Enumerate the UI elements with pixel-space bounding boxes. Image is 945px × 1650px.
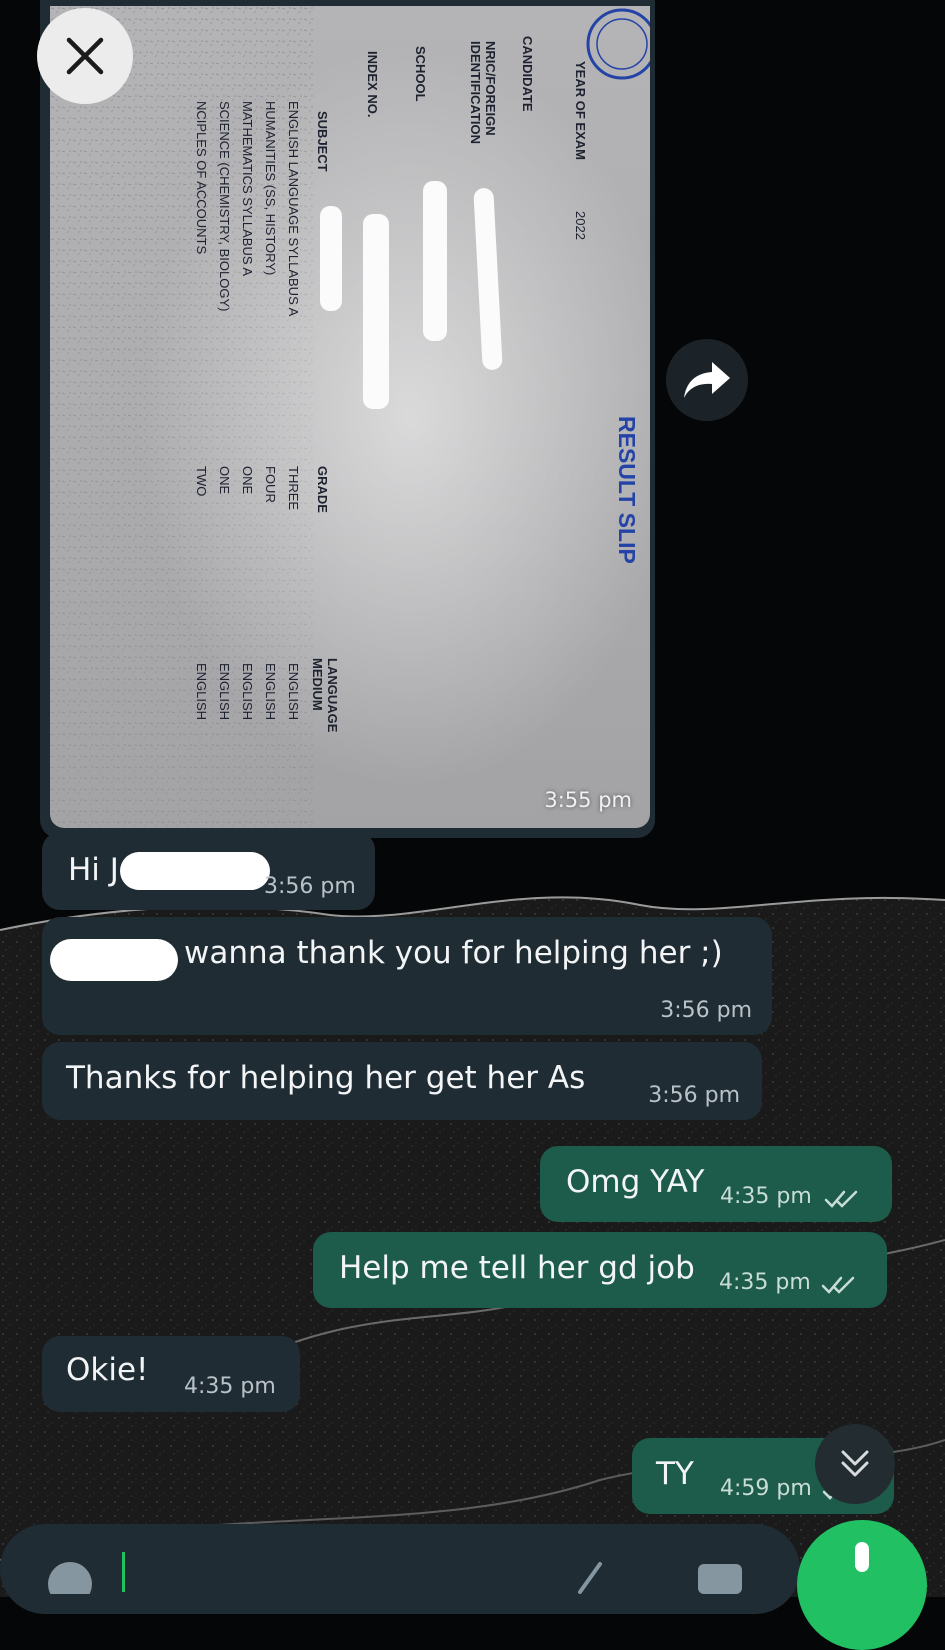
language-header: LANGUAGE MEDIUM [310, 658, 340, 733]
image-message-bubble[interactable]: RESULT SLIP YEAR OF EXAM 2022 CANDIDATE … [40, 0, 655, 838]
microphone-icon [855, 1542, 869, 1572]
redaction-mark [423, 181, 447, 341]
double-chevron-down-icon [841, 1450, 869, 1477]
school-label: SCHOOL [413, 46, 428, 102]
incoming-message[interactable]: wanna thank you for helping her ;) 3:56 … [42, 917, 772, 1035]
result-slip-document: RESULT SLIP YEAR OF EXAM 2022 CANDIDATE … [50, 6, 650, 828]
forward-button[interactable] [666, 339, 748, 421]
scroll-to-bottom-button[interactable] [815, 1424, 895, 1504]
incoming-message[interactable]: Hi J 3:56 pm [42, 832, 375, 910]
outgoing-message[interactable]: Help me tell her gd job 4:35 pm [313, 1232, 887, 1308]
close-button[interactable] [37, 8, 133, 104]
row-medium: ENGLISH [217, 663, 232, 721]
message-time: 4:35 pm [719, 1270, 811, 1295]
row-grade: THREE [286, 466, 301, 511]
row-grade: ONE [217, 466, 232, 495]
message-time: 4:35 pm [720, 1184, 812, 1209]
outgoing-message[interactable]: Omg YAY 4:35 pm [540, 1146, 892, 1222]
subject-header: SUBJECT [315, 111, 330, 172]
year-value: 2022 [573, 211, 588, 240]
row-medium: ENGLISH [263, 663, 278, 721]
message-input-bar[interactable] [0, 1524, 800, 1614]
row-subject: HUMANITIES (SS, HISTORY) [263, 101, 278, 276]
row-subject: MATHEMATICS SYLLABUS A [240, 101, 255, 277]
year-label: YEAR OF EXAM [573, 61, 588, 160]
candidate-label: CANDIDATE [520, 36, 535, 112]
message-text: TY [656, 1456, 694, 1492]
message-text: Thanks for helping her get her As [66, 1060, 586, 1096]
redaction-mark [50, 939, 178, 981]
message-time: 3:56 pm [660, 998, 752, 1023]
row-grade: ONE [240, 466, 255, 495]
document-title: RESULT SLIP [614, 416, 640, 564]
row-medium: ENGLISH [194, 663, 209, 721]
incoming-message[interactable]: Okie! 4:35 pm [42, 1336, 300, 1412]
result-slip-photo[interactable]: RESULT SLIP YEAR OF EXAM 2022 CANDIDATE … [50, 6, 650, 828]
redaction-mark [120, 852, 270, 890]
row-subject: SCIENCE (CHEMISTRY, BIOLOGY) [217, 101, 232, 312]
message-text: Hi J [68, 852, 119, 888]
emoji-icon[interactable] [40, 1554, 100, 1594]
row-medium: ENGLISH [286, 663, 301, 721]
row-medium: ENGLISH [240, 663, 255, 721]
nric-label: NRIC/FOREIGN IDENTIFICATION [468, 41, 498, 145]
close-icon [66, 37, 104, 75]
camera-icon[interactable] [690, 1554, 750, 1594]
message-text: wanna thank you for helping her ;) [184, 935, 723, 971]
redaction-mark [363, 214, 389, 409]
index-label: INDEX NO. [365, 51, 380, 118]
forward-icon [684, 362, 730, 398]
double-check-icon [824, 1190, 858, 1208]
incoming-message[interactable]: Thanks for helping her get her As 3:56 p… [42, 1042, 762, 1120]
row-subject: NCIPLES OF ACCOUNTS [194, 101, 209, 255]
image-timestamp: 3:55 pm [544, 788, 632, 812]
message-time: 4:35 pm [184, 1374, 276, 1399]
microphone-button[interactable] [797, 1520, 927, 1650]
double-check-icon [821, 1276, 855, 1294]
row-grade: TWO [194, 466, 209, 497]
text-cursor [122, 1552, 125, 1592]
message-text: Omg YAY [566, 1164, 705, 1200]
grade-header: GRADE [315, 466, 330, 513]
row-subject: ENGLISH LANGUAGE SYLLABUS A [286, 101, 301, 317]
message-time: 3:56 pm [264, 874, 356, 899]
row-grade: FOUR [263, 466, 278, 503]
message-text: Okie! [66, 1352, 149, 1388]
message-text: Help me tell her gd job [339, 1250, 695, 1286]
redaction-mark [320, 206, 342, 311]
message-time: 4:59 pm [720, 1476, 812, 1501]
message-time: 3:56 pm [648, 1083, 740, 1108]
attach-icon[interactable] [570, 1554, 620, 1594]
